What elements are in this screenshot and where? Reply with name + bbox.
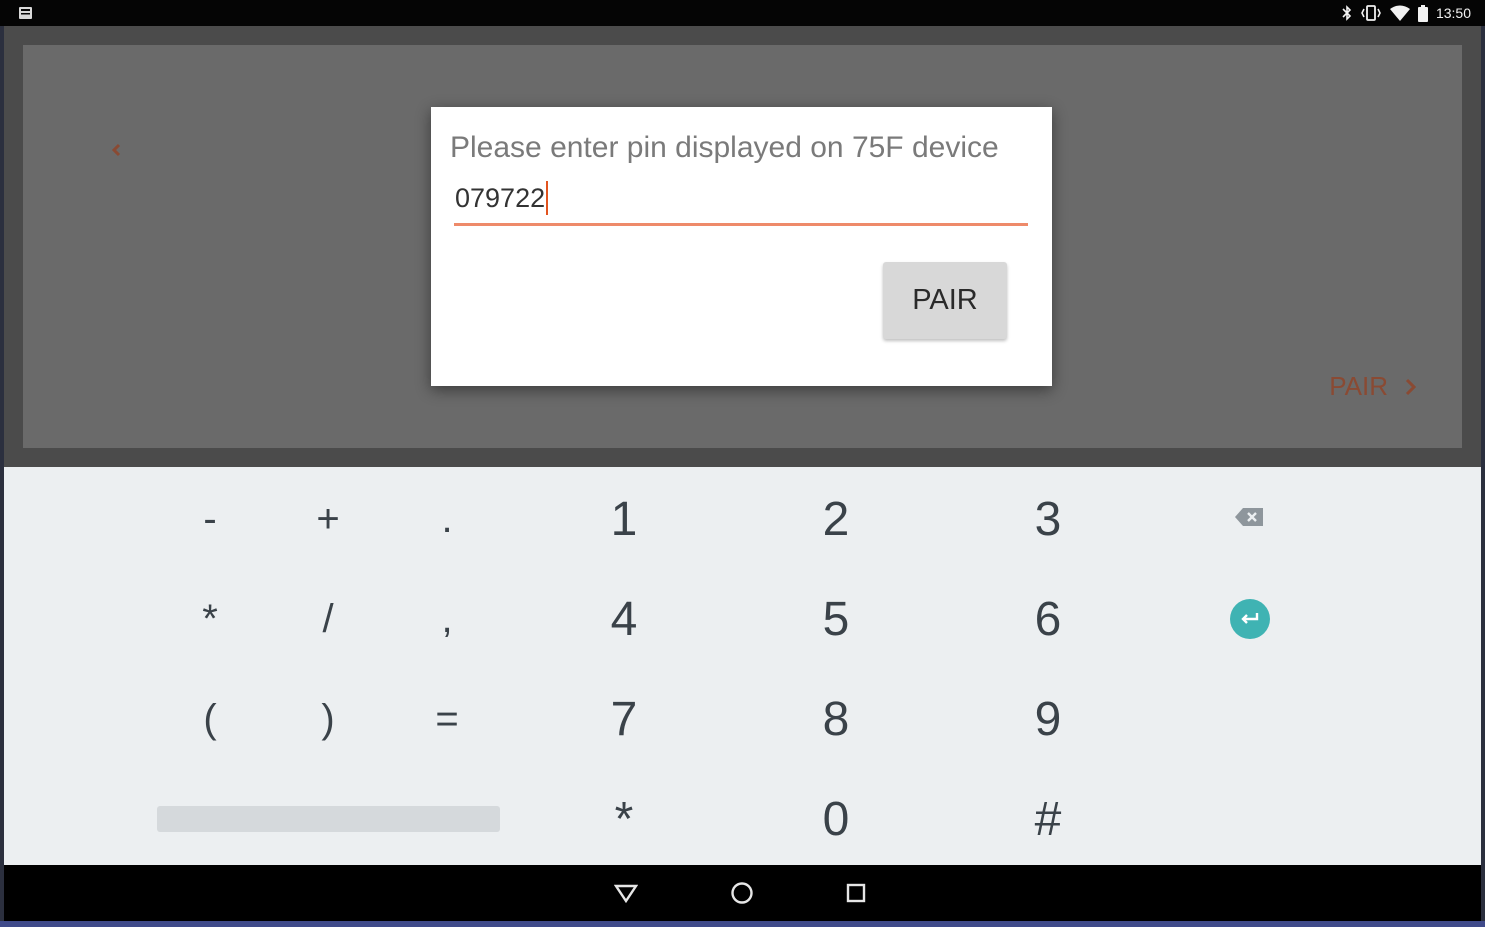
navigation-bar [4, 865, 1481, 921]
key-comma[interactable]: , [397, 579, 497, 659]
battery-icon [1417, 4, 1428, 22]
status-time: 13:50 [1435, 5, 1471, 21]
key-minus[interactable]: - [160, 479, 260, 559]
key-open-paren[interactable]: ( [160, 679, 260, 759]
wifi-icon [1389, 5, 1410, 21]
key-6[interactable]: 6 [998, 579, 1098, 659]
key-3[interactable]: 3 [998, 479, 1098, 559]
key-0[interactable]: 0 [786, 779, 886, 859]
notification-icon [19, 7, 32, 19]
vibrate-icon [1361, 5, 1381, 21]
key-1[interactable]: 1 [574, 479, 674, 559]
chevron-right-icon [1405, 378, 1417, 395]
key-4[interactable]: 4 [574, 579, 674, 659]
recents-icon[interactable] [846, 883, 866, 903]
numeric-keyboard: - + . 1 2 3 * / , 4 5 6 ( ) = 7 8 9 * 0 … [4, 467, 1481, 865]
space-key[interactable] [157, 806, 500, 832]
key-9[interactable]: 9 [998, 679, 1098, 759]
key-close-paren[interactable]: ) [278, 679, 378, 759]
status-icons: 13:50 [1342, 3, 1471, 23]
backspace-icon[interactable] [1234, 505, 1266, 529]
key-5[interactable]: 5 [786, 579, 886, 659]
key-equals[interactable]: = [397, 679, 497, 759]
dialog-title: Please enter pin displayed on 75F device [450, 131, 999, 164]
pair-next-label: PAIR [1329, 371, 1388, 401]
key-asterisk[interactable]: * [160, 579, 260, 659]
back-icon[interactable] [614, 883, 638, 903]
enter-button[interactable] [1230, 599, 1270, 639]
key-8[interactable]: 8 [786, 679, 886, 759]
bluetooth-icon [1342, 5, 1352, 21]
pin-input[interactable]: 079722 [454, 179, 1028, 226]
pair-button[interactable]: PAIR [883, 262, 1007, 339]
home-icon[interactable] [730, 881, 754, 905]
key-hash[interactable]: # [998, 779, 1098, 859]
chevron-left-icon[interactable] [109, 139, 123, 161]
text-cursor [546, 181, 548, 215]
pin-value: 079722 [455, 183, 546, 213]
key-slash[interactable]: / [278, 579, 378, 659]
key-period[interactable]: . [397, 479, 497, 559]
status-bar: 13:50 [0, 0, 1485, 26]
bottom-strip [0, 921, 1485, 927]
pin-dialog: Please enter pin displayed on 75F device… [431, 107, 1052, 386]
key-7[interactable]: 7 [574, 679, 674, 759]
pair-next-link[interactable]: PAIR [1329, 371, 1418, 402]
key-star[interactable]: * [574, 779, 674, 859]
enter-icon [1241, 613, 1259, 624]
key-plus[interactable]: + [278, 479, 378, 559]
key-2[interactable]: 2 [786, 479, 886, 559]
